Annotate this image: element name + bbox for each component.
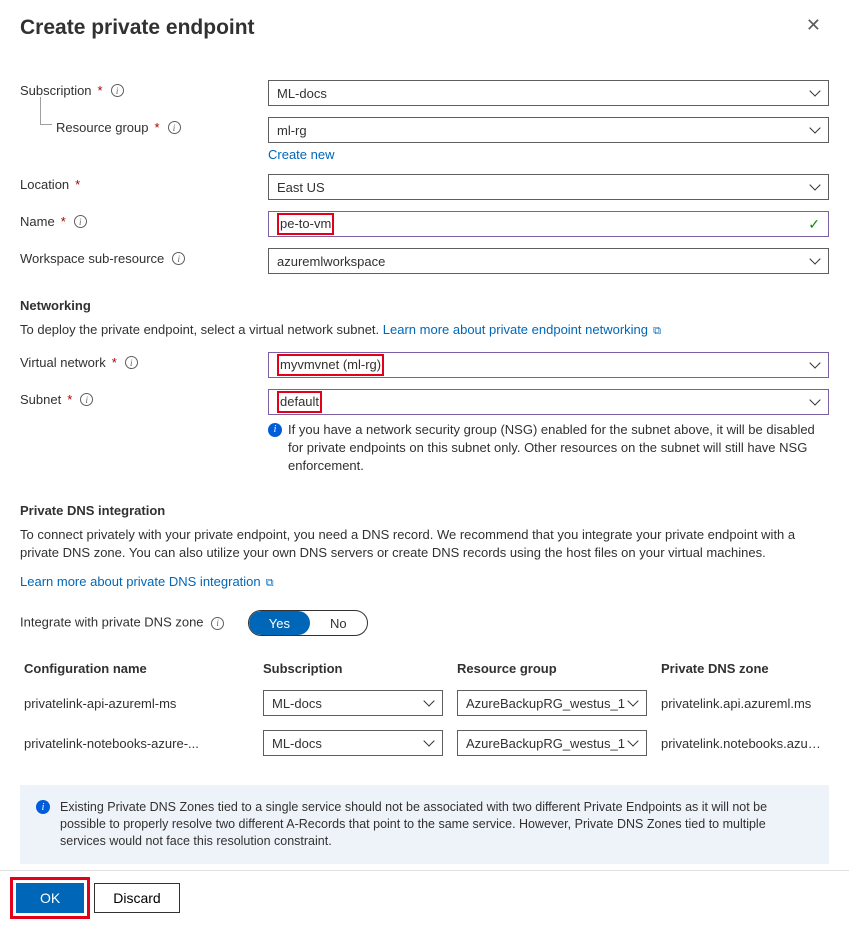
info-icon[interactable]: i (172, 252, 185, 265)
info-icon[interactable]: i (211, 617, 224, 630)
chevron-down-icon (628, 698, 638, 708)
chevron-down-icon (810, 256, 820, 266)
info-icon: i (36, 800, 50, 814)
table-row: privatelink-notebooks-azure-... ML-docs … (20, 723, 829, 763)
dns-toggle-label: Integrate with private DNS zone (20, 614, 204, 629)
chevron-down-icon (810, 88, 820, 98)
subnet-hint: If you have a network security group (NS… (288, 421, 829, 475)
row-subscription-dropdown[interactable]: ML-docs (263, 730, 443, 756)
footer: OK Discard (0, 870, 849, 931)
chevron-down-icon (810, 397, 820, 407)
ok-button[interactable]: OK (16, 883, 84, 913)
subscription-dropdown[interactable]: ML-docs (268, 80, 829, 106)
subnet-dropdown[interactable]: default (268, 389, 829, 415)
info-icon[interactable]: i (80, 393, 93, 406)
networking-learn-link[interactable]: Learn more about private endpoint networ… (383, 322, 661, 337)
chevron-down-icon (810, 182, 820, 192)
networking-intro: To deploy the private endpoint, select a… (20, 321, 829, 340)
dns-intro: To connect privately with your private e… (20, 526, 829, 562)
external-link-icon: ⧉ (263, 577, 274, 589)
row-subscription-dropdown[interactable]: ML-docs (263, 690, 443, 716)
name-label: Name* i (20, 211, 268, 229)
info-icon[interactable]: i (125, 356, 138, 369)
dns-table-header: Configuration name Subscription Resource… (20, 654, 829, 683)
dns-warning-alert: i Existing Private DNS Zones tied to a s… (20, 785, 829, 864)
location-label: Location* (20, 174, 268, 192)
vnet-label: Virtual network* i (20, 352, 268, 370)
dns-toggle[interactable]: Yes No (248, 610, 368, 636)
chevron-down-icon (424, 698, 434, 708)
table-row: privatelink-api-azureml-ms ML-docs Azure… (20, 683, 829, 723)
row-resourcegroup-dropdown[interactable]: AzureBackupRG_westus_1 (457, 730, 647, 756)
dns-zone-value: privatelink.api.azureml.ms (661, 696, 825, 711)
info-icon[interactable]: i (168, 121, 181, 134)
close-icon[interactable]: ✕ (798, 12, 829, 38)
subnet-label: Subnet* i (20, 389, 268, 407)
dns-section-title: Private DNS integration (20, 503, 829, 518)
info-icon[interactable]: i (111, 84, 124, 97)
location-dropdown[interactable]: East US (268, 174, 829, 200)
config-name: privatelink-notebooks-azure-... (24, 736, 249, 751)
discard-button[interactable]: Discard (94, 883, 179, 913)
toggle-no[interactable]: No (310, 611, 367, 635)
chevron-down-icon (628, 738, 638, 748)
chevron-down-icon (810, 360, 820, 370)
config-name: privatelink-api-azureml-ms (24, 696, 249, 711)
subresource-dropdown[interactable]: azuremlworkspace (268, 248, 829, 274)
subscription-label: Subscription* i (20, 80, 268, 98)
page-title: Create private endpoint (20, 16, 255, 40)
resource-group-dropdown[interactable]: ml-rg (268, 117, 829, 143)
dns-zone-value: privatelink.notebooks.azure.n... (661, 736, 825, 751)
toggle-yes[interactable]: Yes (249, 611, 310, 635)
external-link-icon: ⧉ (650, 325, 661, 337)
info-icon: i (268, 423, 282, 437)
chevron-down-icon (424, 738, 434, 748)
info-icon[interactable]: i (74, 215, 87, 228)
name-input[interactable]: pe-to-vm ✓ (268, 211, 829, 237)
networking-section-title: Networking (20, 298, 829, 313)
row-resourcegroup-dropdown[interactable]: AzureBackupRG_westus_1 (457, 690, 647, 716)
resource-group-label: Resource group* i (20, 117, 268, 135)
vnet-dropdown[interactable]: myvmvnet (ml-rg) (268, 352, 829, 378)
subresource-label: Workspace sub-resource i (20, 248, 268, 266)
chevron-down-icon (810, 125, 820, 135)
dns-learn-link[interactable]: Learn more about private DNS integration… (20, 574, 274, 589)
create-new-link[interactable]: Create new (268, 147, 829, 162)
check-icon: ✓ (808, 216, 820, 233)
